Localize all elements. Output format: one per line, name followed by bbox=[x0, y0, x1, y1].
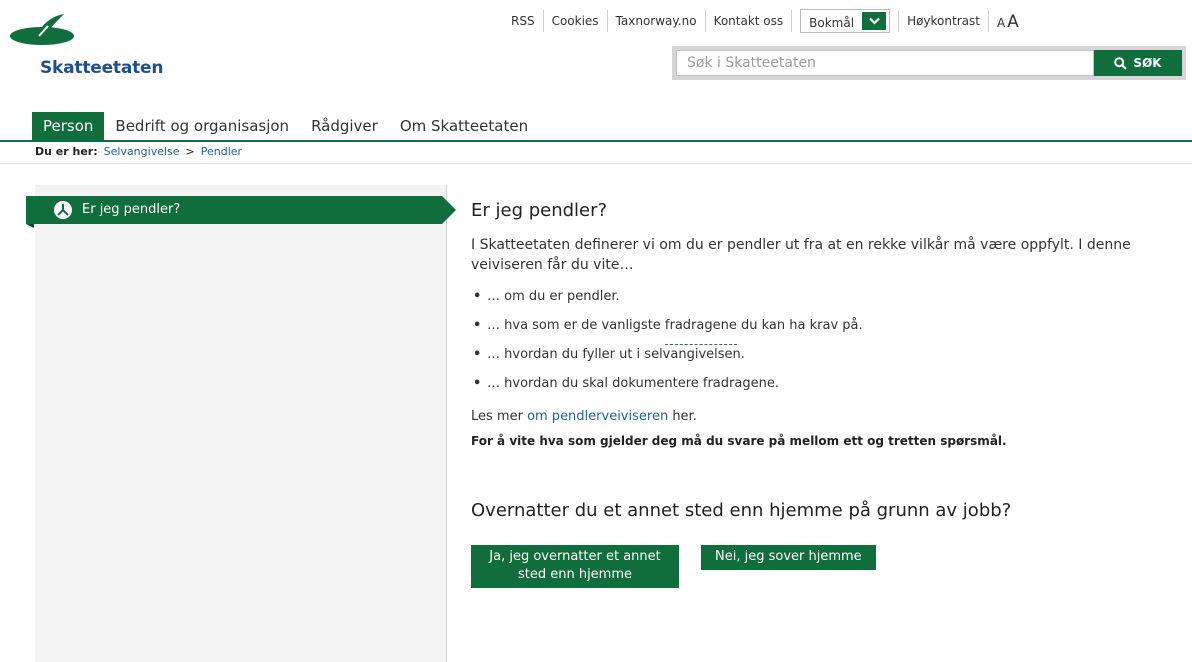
tab-radgiver[interactable]: Rådgiver bbox=[300, 112, 389, 140]
search-input[interactable] bbox=[676, 50, 1094, 76]
tab-om-skatteetaten[interactable]: Om Skatteetaten bbox=[389, 112, 539, 140]
high-contrast-link[interactable]: Høykontrast bbox=[898, 10, 989, 32]
text-size-large-button[interactable]: A bbox=[1007, 12, 1019, 32]
tab-bedrift[interactable]: Bedrift og organisasjon bbox=[104, 112, 300, 140]
utility-links: RSS Cookies Taxnorway.no Kontakt oss Bok… bbox=[503, 8, 1027, 34]
sidebar-item-er-jeg-pendler[interactable]: Er jeg pendler? bbox=[26, 196, 456, 228]
sidebar-item-label: Er jeg pendler? bbox=[82, 202, 181, 217]
answer-buttons: Ja, jeg overnatter et annet sted enn hje… bbox=[471, 545, 1171, 588]
list-item: •… hvordan du skal dokumentere fradragen… bbox=[473, 376, 779, 391]
list-item: •… hva som er de vanligste fradragene du… bbox=[473, 316, 1171, 345]
main-content: Er jeg pendler? I Skatteetaten definerer… bbox=[471, 200, 1171, 588]
breadcrumb: Du er her: Selvangivelse > Pendler bbox=[35, 145, 242, 158]
breadcrumb-separator: > bbox=[185, 145, 195, 158]
contact-link[interactable]: Kontakt oss bbox=[706, 10, 793, 32]
answer-no-button[interactable]: Nei, jeg sover hjemme bbox=[701, 545, 876, 570]
question-heading: Overnatter du et annet sted enn hjemme p… bbox=[471, 500, 1012, 521]
language-selected: Bokmål bbox=[809, 15, 855, 30]
search-button-label: SØK bbox=[1133, 56, 1162, 70]
breadcrumb-selvangivelse[interactable]: Selvangivelse bbox=[104, 145, 180, 158]
list-item: •… om du er pendler. bbox=[473, 289, 620, 304]
bullet-list: •… om du er pendler. •… hva som er de va… bbox=[473, 287, 1171, 403]
rss-link[interactable]: RSS bbox=[503, 10, 544, 32]
nav-divider bbox=[0, 140, 1192, 142]
breadcrumb-divider bbox=[0, 163, 1192, 164]
chevron-down-icon[interactable] bbox=[862, 12, 887, 30]
breadcrumb-pendler[interactable]: Pendler bbox=[201, 145, 242, 158]
search-icon bbox=[1114, 56, 1128, 70]
search-button[interactable]: SØK bbox=[1094, 50, 1182, 76]
text-size-controls: A A bbox=[989, 10, 1027, 32]
leaf-logo-icon[interactable] bbox=[8, 12, 78, 46]
cookies-link[interactable]: Cookies bbox=[544, 10, 608, 32]
answer-yes-button[interactable]: Ja, jeg overnatter et annet sted enn hje… bbox=[471, 545, 679, 588]
fradragene-term-tooltip[interactable]: fradragene bbox=[664, 316, 737, 345]
text-size-small-button[interactable]: A bbox=[997, 14, 1005, 32]
language-select[interactable]: Bokmål bbox=[800, 9, 891, 33]
page-title: Er jeg pendler? bbox=[471, 200, 608, 221]
list-item: •… hvordan du fyller ut i selvangivelsen… bbox=[473, 347, 745, 362]
read-more-text: Les mer om pendlerveiviseren her. bbox=[471, 409, 697, 424]
site-logo-text[interactable]: Skatteetaten bbox=[40, 58, 163, 78]
sidebar bbox=[35, 185, 447, 662]
main-nav: Person Bedrift og organisasjon Rådgiver … bbox=[32, 112, 539, 140]
notice-text: For å vite hva som gjelder deg må du sva… bbox=[471, 434, 1007, 448]
taxnorway-link[interactable]: Taxnorway.no bbox=[608, 10, 706, 32]
tab-person[interactable]: Person bbox=[32, 112, 105, 140]
split-path-icon bbox=[54, 201, 72, 219]
pendlerveiviseren-link[interactable]: om pendlerveiviseren bbox=[527, 409, 668, 424]
search-bar: SØK bbox=[672, 46, 1186, 80]
intro-text: I Skatteetaten definerer vi om du er pen… bbox=[471, 237, 1131, 273]
breadcrumb-label: Du er her: bbox=[35, 145, 98, 158]
